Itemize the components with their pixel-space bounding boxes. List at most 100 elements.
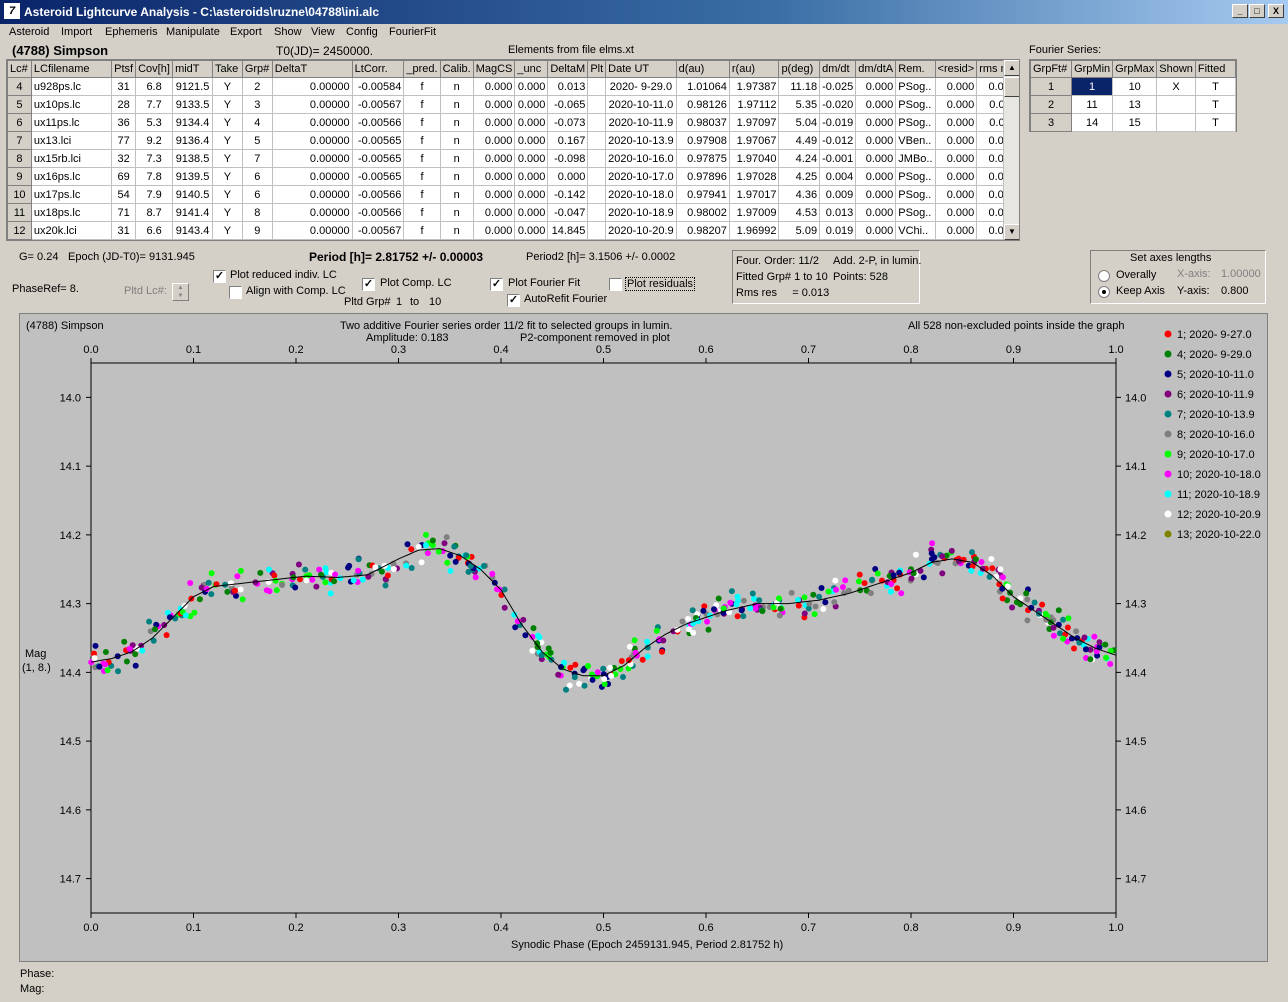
table-cell[interactable]: 0.00000 [271, 95, 353, 114]
table-cell[interactable]: 1.96992 [728, 221, 780, 240]
table-cell[interactable]: 1.97387 [728, 77, 780, 96]
table-cell[interactable]: n [439, 203, 474, 222]
table-cell[interactable]: 9143.4 [172, 221, 213, 240]
lc-col-header[interactable]: Take [211, 60, 243, 78]
table-cell[interactable]: 0.97896 [675, 167, 730, 186]
table-cell[interactable]: 14.845 [547, 221, 589, 240]
lightcurve-plot[interactable]: 0.0 0.0 0.1 0.1 0.2 0.2 0.3 0.3 0.4 0.4 0.5 0.5 0.6 0… [19, 313, 1268, 962]
table-row[interactable]: 11 ux18ps.lc 71 8.7 9141.4 Y 8 0.00000 -0.00566 f… [7, 203, 1019, 222]
table-cell[interactable]: 31 [111, 221, 137, 240]
lc-table-scrollbar[interactable]: ▲ ▼ [1003, 60, 1019, 240]
table-cell[interactable]: f [403, 185, 441, 204]
table-cell[interactable]: 0.000 [472, 113, 516, 132]
table-cell[interactable]: ux17ps.lc [30, 185, 113, 204]
table-cell[interactable]: 77 [111, 131, 137, 150]
table-row[interactable]: 4 u928ps.lc 31 6.8 9121.5 Y 2 0.00000 -0.00584 f n… [7, 77, 1019, 96]
y-axis-value[interactable]: 0.800 [1221, 285, 1249, 297]
table-cell[interactable]: 9140.5 [172, 185, 213, 204]
table-cell[interactable]: 8 [241, 203, 273, 222]
table-cell[interactable]: 7.8 [135, 167, 174, 186]
table-cell[interactable]: ux16ps.lc [30, 167, 113, 186]
overally-radio[interactable] [1098, 270, 1110, 282]
table-cell[interactable]: f [403, 77, 441, 96]
table-row[interactable]: 5 ux10ps.lc 28 7.7 9133.5 Y 3 0.00000 -0.00567 f n… [7, 95, 1019, 114]
pltd-lc-spinner[interactable]: ▲ ▼ [172, 283, 189, 301]
table-cell[interactable]: -0.047 [547, 203, 589, 222]
lc-col-header[interactable]: Grp# [241, 60, 273, 78]
table-cell[interactable]: 9.2 [135, 131, 174, 150]
table-cell[interactable]: 2020-10-17.0 [605, 167, 677, 186]
table-cell[interactable]: ux15rb.lci [30, 149, 113, 168]
plot-canvas[interactable]: 0.0 0.0 0.1 0.1 0.2 0.2 0.3 0.3 0.4 0.4 0.5 0.5 0.6 0… [20, 314, 1269, 963]
table-cell[interactable]: 0.98126 [675, 95, 730, 114]
table-cell[interactable]: 0.000 [934, 95, 978, 114]
table-cell[interactable]: f [403, 95, 441, 114]
table-cell[interactable]: 0.000 [472, 203, 516, 222]
table-cell[interactable]: n [439, 167, 474, 186]
table-row[interactable]: 9 ux16ps.lc 69 7.8 9139.5 Y 6 0.00000 -0.00565 f n… [7, 167, 1019, 186]
table-cell[interactable]: n [439, 131, 474, 150]
row-header[interactable]: 2 [1029, 95, 1073, 114]
table-cell[interactable]: 0.000 [934, 185, 978, 204]
row-header[interactable]: 7 [7, 131, 32, 150]
table-cell[interactable]: 9133.5 [172, 95, 213, 114]
lc-col-header[interactable]: Ptsf [111, 60, 137, 78]
table-cell[interactable]: n [439, 185, 474, 204]
table-cell[interactable]: JMBo.. [895, 149, 936, 168]
keep-axis-radio[interactable] [1098, 286, 1110, 298]
scroll-down-icon[interactable]: ▼ [1004, 224, 1019, 240]
table-cell[interactable]: 4.25 [778, 167, 821, 186]
table-cell[interactable]: -0.001 [819, 149, 857, 168]
scroll-up-icon[interactable]: ▲ [1004, 60, 1019, 76]
table-cell[interactable]: 2020- 9-29.0 [605, 77, 677, 96]
table-cell[interactable]: n [439, 149, 474, 168]
table-cell[interactable]: 54 [111, 185, 137, 204]
table-cell[interactable]: Y [211, 221, 243, 240]
row-header[interactable]: 12 [7, 221, 32, 240]
table-cell[interactable]: -0.065 [547, 95, 589, 114]
menu-asteroid[interactable]: Asteroid [9, 26, 49, 38]
table-cell[interactable]: T [1194, 113, 1237, 132]
table-cell[interactable]: 5.3 [135, 113, 174, 132]
lc-col-header[interactable]: _pred. [403, 60, 441, 78]
table-cell[interactable]: 0.000 [472, 77, 516, 96]
row-header[interactable]: 8 [7, 149, 32, 168]
table-cell[interactable]: 1.97112 [728, 95, 780, 114]
table-row[interactable]: 7 ux13.lci 77 9.2 9136.4 Y 5 0.00000 -0.00565 f n 0… [7, 131, 1019, 150]
table-cell[interactable]: 2020-10-18.0 [605, 185, 677, 204]
table-cell[interactable]: Y [211, 77, 243, 96]
table-cell[interactable] [587, 95, 607, 114]
table-cell[interactable]: 0.000 [472, 149, 516, 168]
lc-col-header[interactable]: midT [172, 60, 213, 78]
close-button[interactable]: X [1268, 4, 1284, 18]
table-cell[interactable]: 0.000 [514, 149, 549, 168]
menu-show[interactable]: Show [274, 26, 302, 38]
table-cell[interactable]: 2020-10-16.0 [605, 149, 677, 168]
table-cell[interactable]: 4.36 [778, 185, 821, 204]
row-header[interactable]: 4 [7, 77, 32, 96]
x-axis-value[interactable]: 1.00000 [1221, 268, 1261, 280]
table-cell[interactable]: 6.6 [135, 221, 174, 240]
table-cell[interactable]: 3 [241, 95, 273, 114]
table-row[interactable]: 8 ux15rb.lci 32 7.3 9138.5 Y 7 0.00000 -0.00565 f… [7, 149, 1019, 168]
lc-col-header[interactable]: dm/dt [819, 60, 857, 78]
table-cell[interactable]: 0.000 [472, 185, 516, 204]
lc-col-header[interactable]: DeltaM [547, 60, 589, 78]
table-cell[interactable]: 0.004 [819, 167, 857, 186]
table-cell[interactable]: 0.00000 [271, 113, 353, 132]
table-cell[interactable]: -0.073 [547, 113, 589, 132]
table-cell[interactable]: 0.000 [934, 131, 978, 150]
plot-comp-checkbox[interactable]: ✓ [362, 278, 375, 291]
table-cell[interactable]: Y [211, 167, 243, 186]
table-cell[interactable]: Y [211, 185, 243, 204]
table-cell[interactable]: 71 [111, 203, 137, 222]
table-cell[interactable]: -0.00565 [351, 167, 405, 186]
fourier-series-table[interactable]: GrpFt# GrpMin GrpMax Shown Fitted 1 1 10 X T 2 11 1… [1029, 59, 1237, 132]
table-cell[interactable]: 5.35 [778, 95, 821, 114]
lc-col-header[interactable]: Cov[h] [135, 60, 174, 78]
table-cell[interactable]: 0.167 [547, 131, 589, 150]
table-cell[interactable]: 10 [1112, 77, 1158, 96]
table-cell[interactable]: PSog.. [895, 113, 936, 132]
table-cell[interactable]: 0.98002 [675, 203, 730, 222]
minimize-button[interactable]: _ [1232, 4, 1248, 18]
